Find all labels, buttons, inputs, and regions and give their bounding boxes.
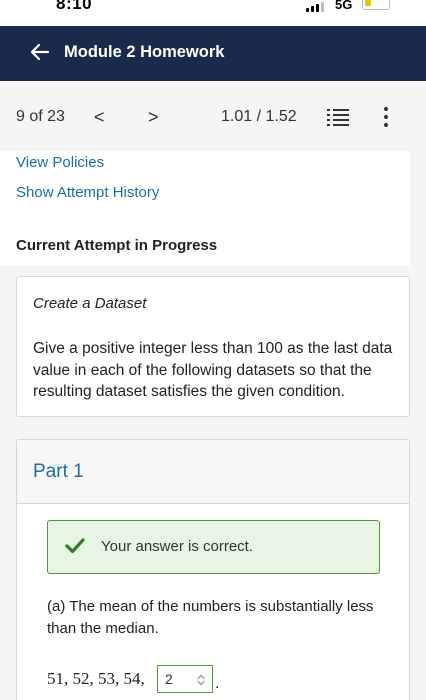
trailing-period: .: [215, 675, 220, 692]
signal-icon: [306, 0, 328, 12]
links-panel: View Policies Show Attempt History Curre…: [0, 151, 410, 266]
question-heading: Create a Dataset: [33, 295, 147, 312]
attempt-status: Current Attempt in Progress: [16, 237, 218, 254]
answer-input[interactable]: 2: [157, 665, 213, 693]
stepper-icon[interactable]: [196, 673, 206, 687]
status-time: 8:10: [56, 0, 93, 13]
part-title: Part 1: [33, 461, 84, 482]
attempt-history-link[interactable]: Show Attempt History: [16, 184, 159, 201]
network-label: 5G: [335, 0, 353, 12]
more-options-icon[interactable]: [383, 107, 389, 129]
question-body: Give a positive integer less than 100 as…: [33, 340, 393, 400]
question-toolbar: 9 of 23 < > 1.01 / 1.52: [0, 81, 426, 151]
status-bar: 8:10 5G: [0, 0, 426, 26]
back-arrow-icon[interactable]: [30, 42, 50, 62]
dataset-values: 51, 52, 53, 54,: [47, 669, 145, 688]
previous-question-button[interactable]: <: [94, 107, 105, 128]
next-question-button[interactable]: >: [148, 107, 159, 128]
feedback-text: Your answer is correct.: [101, 538, 254, 555]
question-list-icon[interactable]: [327, 108, 349, 128]
view-policies-link[interactable]: View Policies: [16, 154, 104, 171]
check-icon: [65, 538, 85, 554]
app-header: Module 2 Homework: [0, 26, 426, 81]
score-display: 1.01 / 1.52: [221, 108, 297, 125]
battery-icon: [362, 0, 390, 10]
question-counter: 9 of 23: [16, 108, 65, 125]
part-prompt: (a) The mean of the numbers is substanti…: [47, 598, 374, 637]
part-header[interactable]: Part 1: [17, 440, 409, 504]
part-card: Part 1 Your answer is correct. (a) The m…: [16, 439, 410, 700]
correct-feedback: Your answer is correct.: [47, 520, 380, 574]
question-card: Create a Dataset Give a positive integer…: [16, 276, 410, 417]
answer-value: 2: [165, 671, 173, 687]
page-title: Module 2 Homework: [64, 43, 225, 61]
